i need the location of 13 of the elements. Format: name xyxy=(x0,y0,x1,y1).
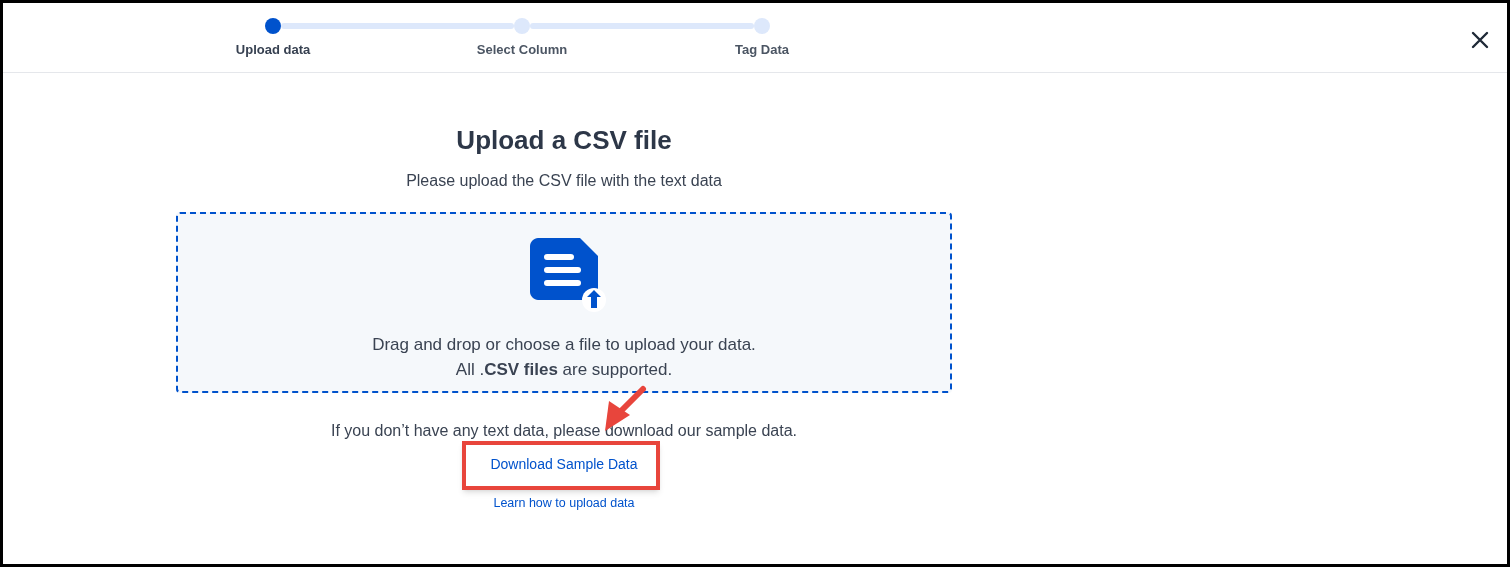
dropzone-instruction: Drag and drop or choose a file to upload your data. xyxy=(372,334,756,356)
step-label: Upload data xyxy=(235,41,311,59)
supported-files-note: All .CSV files are supported. xyxy=(455,359,673,381)
learn-upload-link[interactable]: Learn how to upload data xyxy=(493,494,635,512)
subtitle: Please upload the CSV file with the text data xyxy=(406,171,722,191)
file-upload-icon xyxy=(530,238,606,312)
sample-data-hint: If you don’t have any text data, please download our sample data. xyxy=(330,421,798,441)
step-label: Select Column xyxy=(476,41,568,59)
close-icon xyxy=(1471,31,1489,49)
step-label: Tag Data xyxy=(735,41,789,59)
download-sample-link[interactable]: Download Sample Data xyxy=(490,454,638,474)
drop-zone[interactable]: Drag and drop or choose a file to upload your data. All .CSV files are supported. xyxy=(176,212,952,393)
page-heading: Upload a CSV file xyxy=(456,124,672,157)
